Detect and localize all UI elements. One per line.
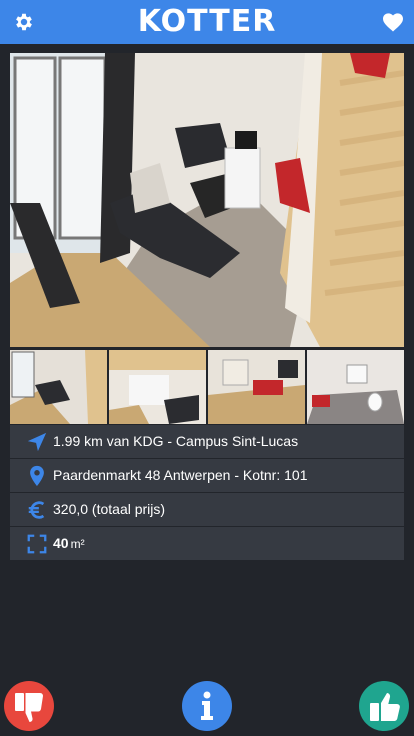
thumbnail-1[interactable] <box>10 350 107 424</box>
expand-icon <box>27 534 47 554</box>
euro-icon <box>28 501 45 519</box>
location-pin-icon <box>30 465 44 487</box>
thumbnail-4[interactable] <box>307 350 404 424</box>
info-button[interactable] <box>182 681 232 731</box>
thumbnail-1-image <box>10 350 107 424</box>
address-text: Paardenmarkt 48 Antwerpen - Kotnr: 101 <box>53 467 308 483</box>
info-icon <box>201 691 213 720</box>
thumbnail-4-image <box>307 350 404 424</box>
thumbnail-2[interactable] <box>109 350 206 424</box>
address-row: Paardenmarkt 48 Antwerpen - Kotnr: 101 <box>10 459 404 492</box>
distance-text: 1.99 km van KDG - Campus Sint-Lucas <box>53 433 299 449</box>
navigation-arrow-icon <box>27 432 47 452</box>
dislike-button[interactable] <box>4 681 54 731</box>
distance-row: 1.99 km van KDG - Campus Sint-Lucas <box>10 425 404 458</box>
room-photo-image <box>10 53 404 347</box>
thumbnail-2-image <box>109 350 206 424</box>
listing-details: 1.99 km van KDG - Campus Sint-Lucas Paar… <box>10 425 404 561</box>
area-unit: m² <box>70 537 85 551</box>
thumbnail-3-image <box>208 350 305 424</box>
heart-icon[interactable] <box>382 12 404 32</box>
area-value: 40 <box>53 535 69 551</box>
thumbs-down-icon <box>15 693 43 722</box>
main-room-photo[interactable] <box>10 53 404 347</box>
area-row: 40 m² <box>10 527 404 560</box>
app-logo: KOTTER <box>137 4 277 39</box>
thumbnail-3[interactable] <box>208 350 305 424</box>
top-bar: KOTTER <box>0 0 414 44</box>
thumbs-up-icon <box>370 693 400 721</box>
price-row: 320,0 (totaal prijs) <box>10 493 404 526</box>
like-button[interactable] <box>359 681 409 731</box>
price-text: 320,0 (totaal prijs) <box>53 501 166 517</box>
area-text: 40 m² <box>53 535 85 551</box>
photo-thumbnails <box>10 350 404 424</box>
